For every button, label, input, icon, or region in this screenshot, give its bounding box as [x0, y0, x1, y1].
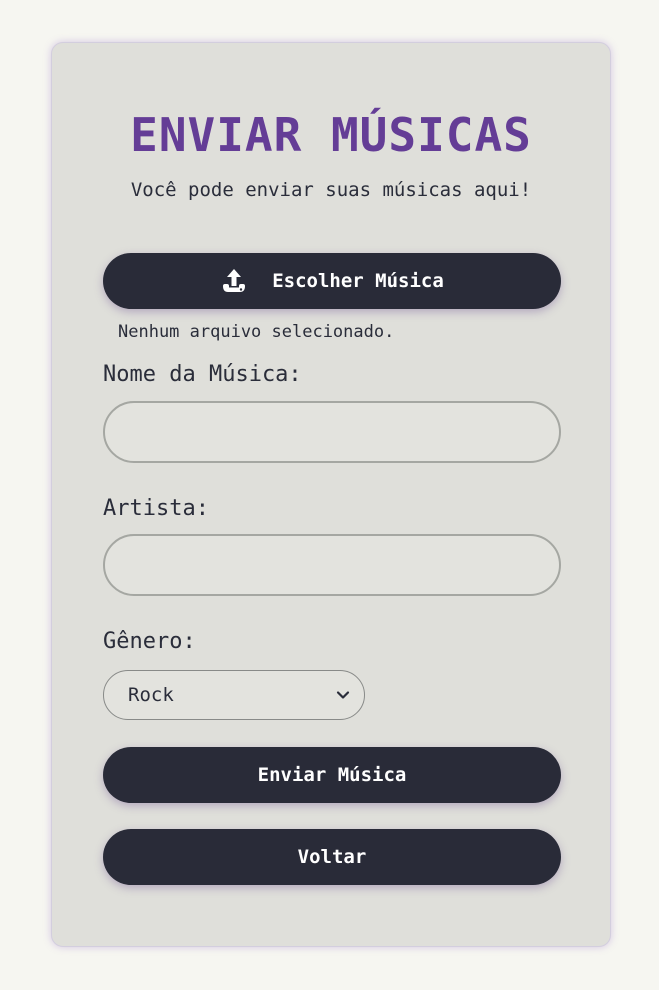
artist-input[interactable]: [103, 534, 561, 596]
genre-label: Gênero:: [103, 629, 196, 654]
file-status-text: Nenhum arquivo selecionado.: [118, 322, 395, 342]
song-name-input[interactable]: [103, 401, 561, 463]
artist-label: Artista:: [103, 496, 209, 521]
back-button[interactable]: Voltar: [103, 829, 561, 885]
song-name-label: Nome da Música:: [103, 362, 302, 387]
upload-icon: [220, 267, 248, 295]
choose-music-label: Escolher Música: [272, 270, 444, 292]
submit-music-button[interactable]: Enviar Música: [103, 747, 561, 803]
upload-card: ENVIAR MÚSICAS Você pode enviar suas mús…: [51, 42, 611, 947]
submit-music-label: Enviar Música: [257, 764, 407, 786]
back-button-label: Voltar: [297, 846, 367, 868]
genre-select[interactable]: Rock: [103, 670, 365, 720]
page-subtitle: Você pode enviar suas músicas aqui!: [130, 179, 532, 201]
choose-music-button[interactable]: Escolher Música: [103, 253, 561, 309]
genre-selected-value: Rock: [128, 684, 174, 706]
chevron-down-icon: [336, 688, 350, 702]
page-title: ENVIAR MÚSICAS: [130, 108, 532, 162]
